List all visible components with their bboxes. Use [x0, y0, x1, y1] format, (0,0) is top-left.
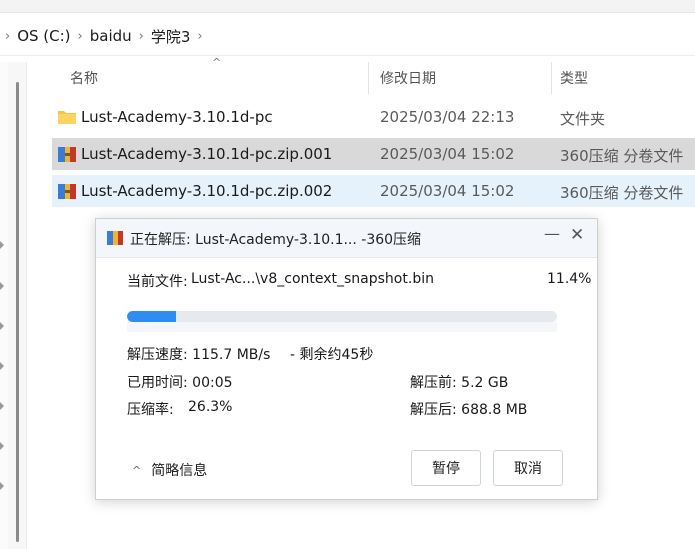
breadcrumb: › OS (C:) › baidu › 学院3 ›: [0, 22, 210, 50]
expand-arrow-icon[interactable]: [0, 482, 4, 490]
collapse-details-toggle[interactable]: ^ 简略信息: [132, 460, 207, 480]
chevron-right-icon[interactable]: ›: [78, 29, 83, 44]
ratio-value: 26.3%: [188, 399, 233, 415]
expand-arrow-icon[interactable]: [0, 402, 4, 410]
file-date: 2025/03/04 15:02: [380, 182, 515, 200]
column-header-name[interactable]: 名称: [70, 66, 98, 90]
file-date: 2025/03/04 22:13: [380, 108, 515, 126]
expand-arrow-icon[interactable]: [0, 362, 4, 370]
folder-icon: [58, 111, 76, 124]
expand-arrow-icon[interactable]: [0, 322, 4, 330]
elapsed-time: 已用时间: 00:05: [127, 375, 233, 391]
size-before: 解压前: 5.2 GB: [410, 375, 509, 391]
file-name: Lust-Academy-3.10.1d-pc.zip.001: [81, 145, 333, 163]
progress-percent: 11.4%: [547, 271, 592, 287]
close-icon[interactable]: ✕: [570, 225, 584, 245]
title-strip: [0, 0, 695, 13]
breadcrumb-item-drive[interactable]: OS (C:): [17, 27, 70, 45]
current-file-label: 当前文件:: [127, 274, 188, 290]
minimize-icon[interactable]: —: [544, 224, 560, 243]
extract-progress-dialog: 正在解压: Lust-Academy-3.10.1... -360压缩 — ✕ …: [95, 218, 598, 500]
column-separator[interactable]: [368, 62, 369, 94]
divider: [0, 55, 695, 56]
column-separator[interactable]: [551, 62, 552, 94]
archive-icon: [107, 231, 123, 245]
archive-icon: [58, 184, 76, 199]
dialog-title: 正在解压: Lust-Academy-3.10.1... -360压缩: [130, 232, 422, 248]
navigation-pane[interactable]: [0, 62, 8, 549]
column-header-type[interactable]: 类型: [560, 66, 588, 90]
chevron-right-icon[interactable]: ›: [139, 29, 144, 44]
cancel-button[interactable]: 取消: [493, 450, 563, 486]
current-file-name: Lust-Ac...\v8_context_snapshot.bin: [191, 271, 434, 287]
file-type: 360压缩 分卷文件: [560, 147, 684, 165]
expand-arrow-icon[interactable]: [0, 241, 4, 249]
breadcrumb-item-folder[interactable]: 学院3: [151, 26, 191, 47]
progress-bar: [127, 311, 557, 322]
time-remaining: - 剩余约45秒: [290, 347, 374, 363]
file-type: 文件夹: [560, 110, 606, 128]
extract-speed: 解压速度: 115.7 MB/s: [127, 347, 271, 363]
column-header-modified[interactable]: 修改日期: [380, 66, 436, 90]
chevron-right-icon[interactable]: ›: [5, 29, 10, 44]
expand-arrow-icon[interactable]: [0, 442, 4, 450]
archive-icon: [58, 147, 76, 162]
file-type: 360压缩 分卷文件: [560, 184, 684, 202]
progress-track-shadow: [127, 322, 557, 332]
file-row-hover[interactable]: Lust-Academy-3.10.1d-pc.zip.002 2025/03/…: [52, 175, 695, 207]
breadcrumb-item-baidu[interactable]: baidu: [90, 27, 132, 45]
sort-ascending-icon: ^: [212, 56, 222, 69]
expand-arrow-icon[interactable]: [0, 282, 4, 290]
file-date: 2025/03/04 15:02: [380, 145, 515, 163]
file-row[interactable]: Lust-Academy-3.10.1d-pc 2025/03/04 22:13…: [52, 101, 695, 133]
progress-bar-fill: [127, 311, 177, 322]
scrollbar-thumb[interactable]: [16, 82, 19, 542]
ratio-label: 压缩率:: [127, 402, 174, 418]
file-row-selected[interactable]: Lust-Academy-3.10.1d-pc.zip.001 2025/03/…: [52, 138, 695, 170]
size-after: 解压后: 688.8 MB: [410, 402, 528, 418]
collapse-label: 简略信息: [151, 463, 208, 479]
file-name: Lust-Academy-3.10.1d-pc.zip.002: [81, 182, 333, 200]
chevron-right-icon[interactable]: ›: [197, 29, 202, 44]
pause-button[interactable]: 暂停: [411, 450, 481, 486]
dialog-titlebar[interactable]: 正在解压: Lust-Academy-3.10.1... -360压缩 — ✕: [96, 219, 597, 258]
file-name: Lust-Academy-3.10.1d-pc: [81, 108, 273, 126]
chevron-up-icon: ^: [132, 463, 142, 477]
